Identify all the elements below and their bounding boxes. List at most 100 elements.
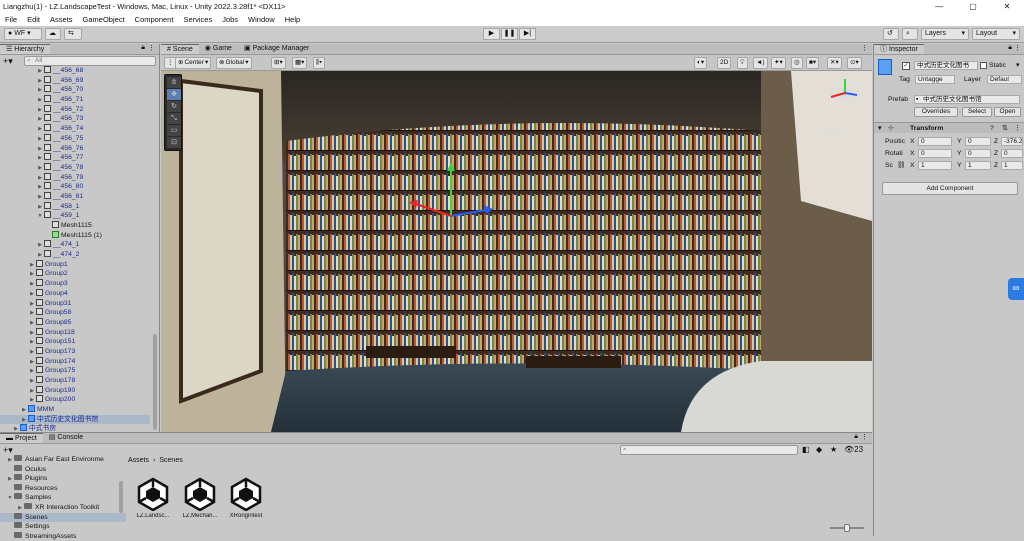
position-z-field[interactable]: -376.2 [1001, 137, 1023, 146]
minimize-icon[interactable]: — [922, 0, 956, 13]
hierarchy-item[interactable]: ▶ __456_79 [0, 172, 150, 183]
asset-tile[interactable]: LZ.Landsc... [131, 477, 175, 519]
lock-icon[interactable]: 🔒︎ [141, 44, 145, 52]
hierarchy-item[interactable]: ▶ __456_68 [0, 66, 150, 76]
menu-edit[interactable]: Edit [22, 15, 45, 24]
layout-dropdown[interactable]: Layout ▾ [972, 28, 1020, 40]
hierarchy-item[interactable]: ▶ Group173 [0, 346, 150, 357]
hand-tool-icon[interactable]: ✋︎ [167, 77, 181, 88]
shading-mode-button[interactable]: ◐▾ [694, 57, 708, 69]
hierarchy-item[interactable]: ▶ 中式历史文化图书馆 [0, 414, 150, 425]
rotation-y-field[interactable]: 0 [965, 149, 991, 158]
rotate-tool-icon[interactable]: ↻ [167, 101, 181, 112]
hierarchy-item[interactable]: ▶ Group175 [0, 366, 150, 376]
hierarchy-item[interactable]: ▶ Group58 [0, 308, 150, 318]
lighting-toggle-button[interactable]: 💡︎ [737, 57, 748, 69]
tools-overlay-button[interactable]: ✕▾ [827, 57, 842, 69]
more-icon[interactable]: ⋮ [861, 44, 868, 52]
effects-button[interactable]: ✦▾ [771, 57, 786, 69]
hierarchy-item[interactable]: ▶ __456_77 [0, 153, 150, 163]
help-icon[interactable]: ? [990, 123, 994, 134]
more-icon[interactable]: ⋮ [148, 44, 155, 52]
project-folder-item[interactable]: Settings [0, 522, 126, 532]
search-by-label-icon[interactable]: ◆ [816, 445, 822, 454]
menu-jobs[interactable]: Jobs [217, 15, 243, 24]
search-by-type-icon[interactable]: ◧ [802, 445, 810, 454]
active-checkbox[interactable]: ✓ [902, 62, 910, 70]
project-folder-item[interactable]: ▶ Asian Far East Environme [0, 455, 126, 465]
cloud-button[interactable]: ☁ [45, 28, 61, 40]
lock-icon[interactable]: 🔒︎ [1008, 44, 1012, 52]
breadcrumb-scenes[interactable]: Scenes [159, 457, 182, 464]
hierarchy-item[interactable]: ▶ __456_72 [0, 104, 150, 115]
tab-package-manager[interactable]: ▣ Package Manager [238, 44, 315, 54]
tab-console[interactable]: ▤ Console [43, 433, 89, 443]
pivot-dropdown[interactable]: ⊕ Center ▾ [175, 57, 212, 69]
gizmos-button[interactable]: ⊙▾ [847, 57, 862, 69]
space-dropdown[interactable]: ⊗ Global ▾ [216, 57, 252, 69]
hierarchy-item[interactable]: ▶ __456_71 [0, 95, 150, 105]
hierarchy-item[interactable]: ▶ Group3 [0, 279, 150, 289]
object-name-field[interactable]: 中式历史文化图书 [914, 61, 978, 70]
history-button[interactable]: ↺ [883, 28, 899, 40]
hierarchy-item[interactable]: ▶ Group85 [0, 317, 150, 328]
hierarchy-item[interactable]: ▶ Group178 [0, 376, 150, 386]
tab-inspector[interactable]: ⓘ Inspector [874, 44, 924, 54]
rect-tool-icon[interactable]: ▭ [167, 125, 181, 136]
hierarchy-item[interactable]: ▶ Group151 [0, 337, 150, 347]
camera-button[interactable]: ■▾ [806, 57, 820, 69]
pause-button[interactable]: ❚❚ [501, 28, 518, 40]
add-object-button[interactable]: +▾ [3, 56, 13, 66]
grid-snap-button[interactable]: ⊞▾ [271, 57, 286, 69]
project-folder-item[interactable]: StreamingAssets [0, 531, 126, 541]
hierarchy-item[interactable]: ▶ MMM [0, 405, 150, 415]
hierarchy-item[interactable]: ▶ Group190 [0, 385, 150, 396]
tab-game[interactable]: ◉ Game [199, 44, 238, 54]
hierarchy-item[interactable]: ▶ __458_1 [0, 201, 150, 212]
rotation-z-field[interactable]: 0 [1001, 149, 1023, 158]
search-button[interactable]: ⌕ [902, 28, 918, 40]
project-folder-item[interactable]: Scenes [0, 512, 126, 523]
grid-visibility-button[interactable]: ▦▾ [292, 57, 308, 69]
hierarchy-item[interactable]: ▶ Group4 [0, 288, 150, 299]
hierarchy-item[interactable]: ▶ __456_70 [0, 85, 150, 95]
rotation-x-field[interactable]: 0 [918, 149, 952, 158]
account-button[interactable]: ● WF ▾ [4, 28, 42, 40]
hierarchy-item[interactable]: ▶ Group200 [0, 395, 150, 405]
collab-button[interactable]: ⇆ [64, 28, 82, 40]
add-component-button[interactable]: Add Component [882, 182, 1018, 195]
hierarchy-item[interactable]: ▶ __456_78 [0, 162, 150, 173]
menu-gameobject[interactable]: GameObject [78, 15, 130, 24]
transform-header[interactable]: ▾ ⊹ Transform ? ⇅ ⋮ [874, 122, 1024, 133]
menu-file[interactable]: File [0, 15, 22, 24]
icon-size-slider[interactable] [830, 524, 864, 532]
hierarchy-search-input[interactable]: ⌕ All [24, 56, 156, 66]
slider-handle[interactable] [844, 524, 850, 532]
hierarchy-item[interactable]: ▶ __456_73 [0, 114, 150, 124]
hierarchy-scrollbar[interactable] [153, 334, 157, 430]
overrides-button[interactable]: Overrides [914, 107, 958, 117]
breadcrumb-assets[interactable]: Assets [128, 457, 149, 464]
hierarchy-item[interactable]: Mesh1115 [0, 221, 150, 231]
scene-viewport[interactable]: < Persp ✋︎ ✥ ↻ ⤡ ▭ ⊡ [161, 71, 872, 432]
hierarchy-item[interactable]: Mesh1115 (1) [0, 230, 150, 241]
hierarchy-item[interactable]: ▶ Group174 [0, 356, 150, 367]
hidden-objects-button[interactable]: ◎ [791, 57, 803, 69]
project-folder-item[interactable]: ▶ Plugins [0, 474, 126, 484]
layers-dropdown[interactable]: Layers ▾ [921, 28, 969, 40]
transform-tool-icon[interactable]: ⊡ [167, 137, 181, 148]
menu-window[interactable]: Window [243, 15, 280, 24]
menu-component[interactable]: Component [130, 15, 179, 24]
prefab-field[interactable]: ▪ 中式历史文化图书馆 [914, 95, 1020, 104]
projection-label[interactable]: < Persp [821, 129, 844, 136]
audio-toggle-button[interactable]: ◄) [753, 57, 768, 69]
close-icon[interactable]: ✕ [990, 0, 1024, 13]
hierarchy-item[interactable]: ▶ __456_69 [0, 75, 150, 86]
hierarchy-item[interactable]: ▶ __456_75 [0, 133, 150, 144]
hierarchy-item[interactable]: ▶ __456_81 [0, 191, 150, 202]
hierarchy-item[interactable]: ▶ __456_74 [0, 124, 150, 134]
hierarchy-item[interactable]: ▶ Group31 [0, 298, 150, 309]
more-icon[interactable]: ⋮ [1014, 123, 1021, 134]
visibility-icon[interactable]: 👁︎23 [844, 445, 863, 454]
chevron-down-icon[interactable]: ▼ [6, 494, 14, 504]
